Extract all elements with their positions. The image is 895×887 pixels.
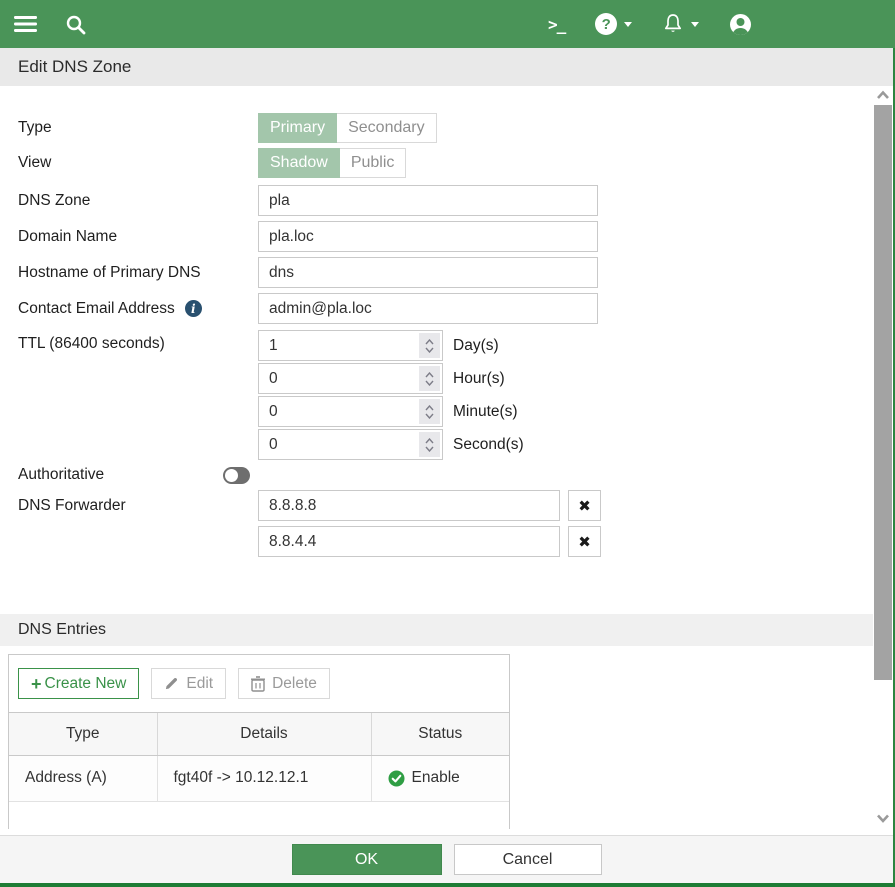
ttl-seconds-unit: Second(s) xyxy=(453,436,524,454)
ttl-hours-row: Hour(s) xyxy=(258,363,524,394)
vertical-scrollbar xyxy=(873,86,893,835)
type-label: Type xyxy=(18,119,258,137)
ttl-seconds-row: Second(s) xyxy=(258,429,524,460)
ttl-days-row: Day(s) xyxy=(258,330,524,361)
ttl-hours-unit: Hour(s) xyxy=(453,370,505,388)
ttl-hours-input[interactable] xyxy=(258,363,443,394)
dns-forwarder-input-2[interactable] xyxy=(258,526,560,557)
type-option-secondary[interactable]: Secondary xyxy=(337,113,437,143)
enabled-check-icon xyxy=(388,770,405,787)
page-frame: Edit DNS Zone Type Primary Secondary Vie… xyxy=(0,48,895,883)
form-footer: OK Cancel xyxy=(0,835,893,883)
x-icon: ✖ xyxy=(578,497,591,515)
cancel-button[interactable]: Cancel xyxy=(454,844,602,875)
ttl-days-stepper[interactable] xyxy=(419,333,440,358)
search-icon[interactable] xyxy=(65,14,86,35)
dns-forwarder-row-2: ✖ xyxy=(0,526,893,557)
type-option-primary[interactable]: Primary xyxy=(258,113,337,143)
edit-dns-zone-form: Type Primary Secondary View Shadow Publi… xyxy=(0,86,893,835)
notifications-menu-icon[interactable] xyxy=(662,13,699,35)
hostname-primary-dns-label: Hostname of Primary DNS xyxy=(18,264,258,282)
hostname-primary-dns-row: Hostname of Primary DNS xyxy=(0,257,893,288)
ttl-hours-stepper[interactable] xyxy=(419,366,440,391)
view-label: View xyxy=(18,154,258,172)
dns-entries-section-bar: DNS Entries xyxy=(0,614,873,646)
authoritative-toggle[interactable] xyxy=(223,467,250,484)
dns-zone-row: DNS Zone xyxy=(0,185,893,216)
ttl-seconds-input[interactable] xyxy=(258,429,443,460)
view-option-shadow[interactable]: Shadow xyxy=(258,148,340,178)
ttl-group: Day(s) Hour(s) Minute(s) Second(s) xyxy=(258,330,524,460)
pencil-icon xyxy=(164,676,179,691)
domain-name-row: Domain Name xyxy=(0,221,893,252)
cell-type: Address (A) xyxy=(9,755,157,801)
ttl-minutes-unit: Minute(s) xyxy=(453,403,518,421)
user-avatar-icon[interactable] xyxy=(729,13,752,36)
type-row: Type Primary Secondary xyxy=(0,86,893,143)
bottom-accent-bar xyxy=(0,883,895,887)
column-header-details[interactable]: Details xyxy=(157,713,371,755)
chevron-down-icon xyxy=(691,22,699,27)
dns-zone-input[interactable] xyxy=(258,185,598,216)
dns-forwarder-input-1[interactable] xyxy=(258,490,560,521)
domain-name-input[interactable] xyxy=(258,221,598,252)
create-new-button[interactable]: +Create New xyxy=(18,668,139,699)
authoritative-label: Authoritative xyxy=(18,466,223,484)
page-title-bar: Edit DNS Zone xyxy=(0,48,893,86)
menu-hamburger-icon[interactable] xyxy=(14,15,37,33)
scrollbar-thumb[interactable] xyxy=(874,105,892,680)
contact-email-row: Contact Email Address i xyxy=(0,293,893,324)
contact-email-input[interactable] xyxy=(258,293,598,324)
dns-entries-toolbar: +Create New Edit Delete xyxy=(9,655,509,713)
bell-icon xyxy=(662,13,684,35)
ttl-days-input[interactable] xyxy=(258,330,443,361)
view-segmented-control: Shadow Public xyxy=(258,148,406,178)
ttl-minutes-stepper[interactable] xyxy=(419,399,440,424)
table-row[interactable]: Address (A) fgt40f -> 10.12.12.1 Enable xyxy=(9,755,509,801)
dns-forwarder-row-1: DNS Forwarder ✖ xyxy=(0,490,893,521)
trash-icon xyxy=(251,676,265,692)
ttl-minutes-input[interactable] xyxy=(258,396,443,427)
status-badge: Enable xyxy=(412,769,460,787)
toggle-knob xyxy=(225,469,238,482)
remove-forwarder-1-button[interactable]: ✖ xyxy=(568,490,601,521)
top-navbar: >_ ? xyxy=(0,0,895,48)
info-icon[interactable]: i xyxy=(185,300,202,317)
ttl-minutes-row: Minute(s) xyxy=(258,396,524,427)
x-icon: ✖ xyxy=(578,533,591,551)
ttl-row: TTL (86400 seconds) Day(s) Hour(s) Minut… xyxy=(0,330,893,460)
domain-name-label: Domain Name xyxy=(18,228,258,246)
cell-status: Enable xyxy=(371,755,509,801)
help-menu-icon[interactable]: ? xyxy=(595,13,632,35)
delete-button[interactable]: Delete xyxy=(238,668,330,699)
ttl-label: TTL (86400 seconds) xyxy=(18,330,258,353)
edit-button[interactable]: Edit xyxy=(151,668,226,699)
ttl-seconds-stepper[interactable] xyxy=(419,432,440,457)
dns-entries-title: DNS Entries xyxy=(18,621,106,639)
dns-entries-panel: +Create New Edit Delete Type Details xyxy=(8,654,510,829)
type-segmented-control: Primary Secondary xyxy=(258,113,437,143)
ttl-days-unit: Day(s) xyxy=(453,337,499,355)
plus-icon: + xyxy=(31,675,42,693)
column-header-status[interactable]: Status xyxy=(371,713,509,755)
page-title: Edit DNS Zone xyxy=(18,57,131,77)
hostname-primary-dns-input[interactable] xyxy=(258,257,598,288)
cli-console-icon[interactable]: >_ xyxy=(548,15,565,34)
dns-zone-label: DNS Zone xyxy=(18,192,258,210)
contact-email-label: Contact Email Address xyxy=(18,300,175,318)
table-header-row: Type Details Status xyxy=(9,713,509,755)
view-option-public[interactable]: Public xyxy=(340,148,407,178)
view-row: View Shadow Public xyxy=(0,148,893,178)
column-header-type[interactable]: Type xyxy=(9,713,157,755)
help-icon: ? xyxy=(595,13,617,35)
ok-button[interactable]: OK xyxy=(292,844,442,875)
chevron-down-icon xyxy=(624,22,632,27)
cell-details: fgt40f -> 10.12.12.1 xyxy=(157,755,371,801)
remove-forwarder-2-button[interactable]: ✖ xyxy=(568,526,601,557)
scroll-down-arrow[interactable] xyxy=(875,811,891,829)
dns-entries-table: Type Details Status Address (A) fgt40f -… xyxy=(9,713,509,802)
dns-forwarder-label: DNS Forwarder xyxy=(18,497,258,515)
authoritative-row: Authoritative xyxy=(0,466,893,484)
scroll-up-arrow[interactable] xyxy=(875,88,891,106)
